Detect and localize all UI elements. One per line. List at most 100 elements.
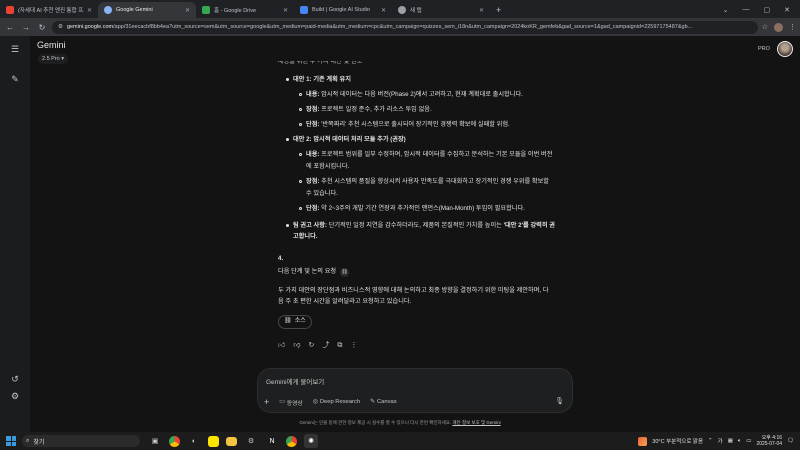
video-tool-button[interactable]: ▭ 동영상	[279, 398, 302, 407]
bullet	[286, 78, 289, 81]
list-text: 약 2~3주의 개발 기간 연장과 추가적인 맨먼스(Man-Month) 투입…	[319, 205, 525, 212]
prompt-placeholder[interactable]: Gemini에게 물어보기	[266, 376, 324, 386]
site-info-icon[interactable]: ⚙	[58, 24, 63, 30]
paragraph-line: 음 주 초 편한 시간을 알려달라고 요청하고 있습니다.	[278, 298, 412, 305]
chatgpt-icon[interactable]: ✺	[304, 434, 318, 448]
system-tray: 30°C 부분적으로 맑음 ⌃ 가 ▦ 🔈︎ ▭ 오후 4:16 2025-07…	[638, 435, 800, 448]
windows-start-icon[interactable]	[6, 436, 16, 446]
address-bar[interactable]: ⚙ gemini.google.com /app/31eecacbf8bb4ea…	[52, 20, 758, 34]
user-avatar[interactable]	[777, 41, 793, 57]
close-tab-icon[interactable]: ✕	[185, 7, 190, 14]
kakaotalk-icon[interactable]	[208, 435, 219, 447]
tab-title: 새 탭	[410, 8, 422, 14]
network-icon[interactable]: ▦	[728, 438, 733, 444]
new-chat-icon[interactable]: ✎	[9, 73, 21, 85]
close-tab-icon[interactable]: ✕	[381, 7, 386, 14]
task-view-icon[interactable]: ▣	[148, 434, 162, 448]
close-tab-icon[interactable]: ✕	[479, 7, 484, 14]
volume-icon[interactable]: 🔈︎	[738, 438, 741, 445]
response-actions: 👍︎ 👎︎ ↻ ⤴ ⧉ ⋮	[278, 340, 357, 352]
browser-tab[interactable]: (자세대 AI 추천 엔진 통합 프로 ✕	[0, 2, 98, 18]
prompt-input-box[interactable]: Gemini에게 물어보기 + ▭ 동영상 ◎ Deep Research ✎ Can…	[257, 368, 573, 413]
url-host: gemini.google.com	[66, 24, 114, 30]
microphone-icon[interactable]: 🎙︎	[555, 397, 564, 405]
browser-tab[interactable]: Build | Google AI Studio ✕	[294, 2, 392, 18]
gmail-favicon-icon	[6, 6, 14, 14]
plan-badge: PRO	[758, 46, 770, 52]
list-text: 프로젝트 일정 준수, 추가 리소스 투입 없음.	[319, 106, 432, 113]
recommendation-cont: 고합니다.	[293, 233, 318, 240]
back-icon[interactable]: ←	[4, 21, 16, 33]
list-item-cont: 수 있습니다.	[306, 190, 338, 197]
taskbar-apps: ▣ ◐ ⚙ N ✺	[148, 434, 318, 448]
more-options-icon[interactable]: ⋮	[350, 340, 357, 352]
browser-menu-icon[interactable]: ⋮	[789, 23, 796, 31]
notion-icon[interactable]: N	[265, 434, 279, 448]
bookmark-star-icon[interactable]: ☆	[762, 23, 768, 31]
app-icon[interactable]: ◐	[187, 434, 201, 448]
battery-icon[interactable]: ▭	[746, 438, 751, 444]
input-tools: + ▭ 동영상 ◎ Deep Research ✎ Canvas	[264, 397, 397, 407]
bullet	[299, 93, 302, 96]
copy-icon[interactable]: ⧉	[337, 340, 342, 352]
weather-text[interactable]: 30°C 부분적으로 맑음	[652, 437, 703, 445]
notifications-icon[interactable]: 🗨︎	[787, 438, 794, 444]
share-icon[interactable]: ⤴	[322, 340, 329, 352]
browser-tab[interactable]: 새 탭 ✕	[392, 2, 490, 18]
sources-button[interactable]: ⛓ 소스	[278, 315, 312, 329]
add-attachment-icon[interactable]: +	[264, 397, 269, 407]
link-icon: ⛓	[284, 318, 292, 325]
new-tab-button[interactable]: +	[496, 5, 501, 15]
new-tab-favicon-icon	[398, 6, 406, 14]
sources-label: 소스	[294, 318, 306, 325]
model-selector[interactable]: 2.5 Pro ▾	[38, 54, 69, 64]
language-icon[interactable]: 가	[718, 437, 723, 445]
settings-app-icon[interactable]: ⚙	[244, 434, 258, 448]
tab-title: Build | Google AI Studio	[312, 7, 370, 13]
browser-profile-avatar[interactable]	[774, 22, 783, 32]
tab-search-icon[interactable]: ⌄	[723, 6, 729, 14]
menu-icon[interactable]: ☰	[9, 43, 21, 55]
minimize-button[interactable]: —	[743, 6, 750, 14]
close-tab-icon[interactable]: ✕	[283, 7, 288, 14]
chrome-icon[interactable]	[286, 435, 297, 447]
deep-research-button[interactable]: ◎ Deep Research	[313, 399, 360, 405]
browser-tab[interactable]: 홈 - Google Drive ✕	[196, 2, 294, 18]
link-icon[interactable]: ⛓	[340, 268, 350, 277]
close-window-button[interactable]: ✕	[784, 6, 790, 14]
browser-tab-strip: (자세대 AI 추천 엔진 통합 프로 ✕ Google Gemini ✕ 홈 …	[0, 0, 800, 18]
regenerate-icon[interactable]: ↻	[308, 340, 314, 352]
reload-icon[interactable]: ↻	[36, 21, 48, 33]
list-text: 프로젝트 범위를 일부 수정하여, 암시적 데이터를 수집하고 분석하는 기본 …	[319, 151, 553, 158]
bullet	[299, 108, 302, 111]
activity-history-icon[interactable]: ↺	[9, 373, 21, 385]
list-item: 단점: '반쪽짜리' 추천 시스템으로 출시되어 장기적인 경쟁력 확보에 실패…	[306, 119, 510, 131]
list-label: 장점:	[306, 106, 320, 113]
tray-overflow-icon[interactable]: ⌃	[708, 438, 713, 444]
thumbs-up-icon[interactable]: 👍︎	[278, 340, 285, 352]
privacy-link[interactable]: 개인 정보 보호 및 Gemini	[452, 420, 500, 425]
recommendation: 팀 권고 사항: 단기적인 일정 지연을 감수하더라도, 제품의 본질적인 가치…	[293, 220, 555, 232]
maximize-button[interactable]: ▢	[764, 6, 771, 14]
bullet	[299, 123, 302, 126]
list-label: 내용:	[306, 91, 320, 98]
taskbar-search[interactable]: ⌕ 찾기	[22, 435, 140, 447]
bullet	[286, 224, 289, 227]
tab-title: Google Gemini	[116, 7, 153, 13]
os-taskbar: ⌕ 찾기 ▣ ◐ ⚙ N ✺ 30°C 부분적으로 맑음 ⌃ 가 ▦ 🔈︎ ▭ …	[0, 432, 800, 450]
canvas-button[interactable]: ✎ Canvas	[370, 399, 397, 405]
section-number: 4.	[278, 255, 284, 262]
recommendation-strong: '대안 2'를 강력히 권	[503, 222, 555, 229]
browser-tab-active[interactable]: Google Gemini ✕	[98, 2, 196, 18]
list-item: 단점: 약 2~3주의 개발 기간 연장과 추가적인 맨먼스(Man-Month…	[306, 203, 525, 215]
ai-studio-favicon-icon	[300, 6, 308, 14]
close-tab-icon[interactable]: ✕	[87, 7, 92, 14]
forward-icon[interactable]: →	[20, 21, 32, 33]
chrome-icon[interactable]	[169, 435, 180, 447]
deep-research-icon: ◎	[312, 399, 318, 405]
file-explorer-icon[interactable]	[226, 436, 237, 446]
thumbs-down-icon[interactable]: 👎︎	[293, 340, 300, 352]
model-name: 2.5 Pro	[42, 56, 60, 62]
settings-icon[interactable]: ⚙	[9, 390, 21, 402]
clock[interactable]: 오후 4:16 2025-07-04	[756, 435, 782, 448]
